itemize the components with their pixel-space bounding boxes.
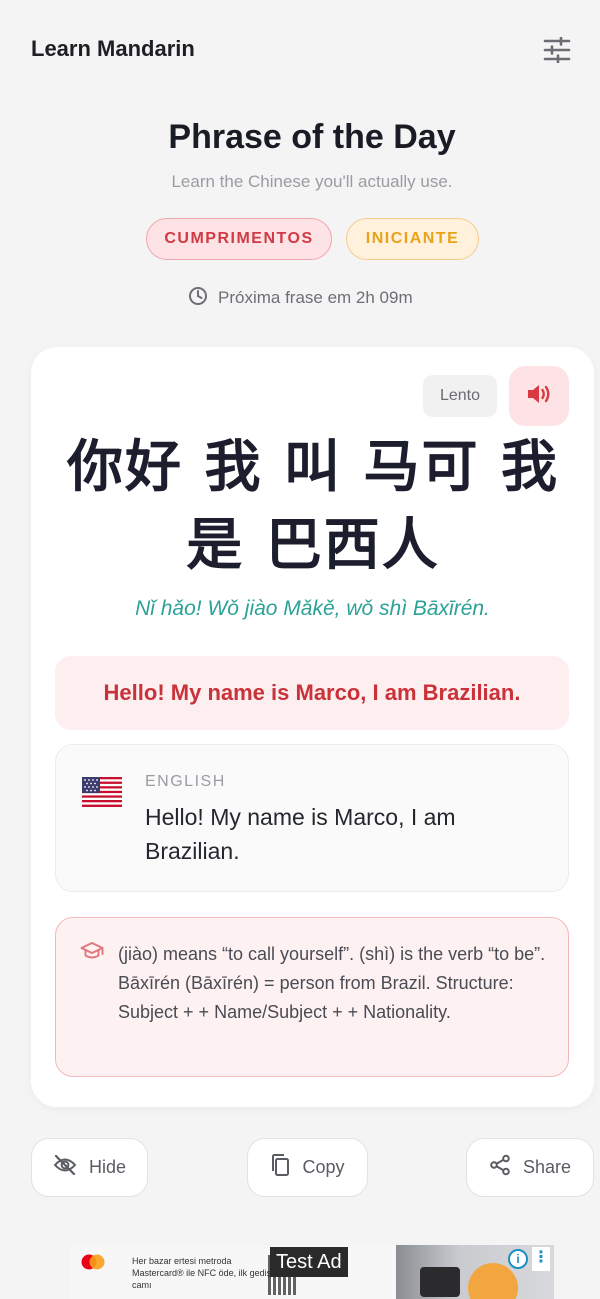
phrase-hanzi: 你好 我 叫 马可 我 是 巴西人 [67,435,559,578]
ad-menu-icon[interactable]: ⋮ [532,1247,550,1271]
mastercard-logo-icon [78,1253,108,1271]
hide-button[interactable]: Hide [31,1138,148,1197]
language-translation-text: Hello! My name is Marco, I am Brazilian. [145,804,456,864]
phrase-pinyin: Nǐ hǎo! Wǒ jiào Mǎkě, wǒ shì Bāxīrén. [135,597,490,620]
share-button-label: Share [522,1157,572,1177]
page-title: Phrase of the Day [168,118,456,156]
copy-button-label: Copy [302,1157,345,1177]
next-phrase-countdown: Próxima frase em 2h 09m [188,286,413,310]
copy-button[interactable]: Copy [247,1138,368,1197]
grammar-note-text: (jiào) means “to call yourself”. (shì) i… [118,944,546,1022]
ad-banner[interactable]: Her bazar ertesi metroda Mastercard® ile… [70,1245,554,1299]
speaker-icon [526,382,552,411]
hide-button-label: Hide [88,1157,127,1177]
copy-icon [270,1153,290,1182]
app-title: Learn Mandarin [31,36,195,61]
next-phrase-text: Próxima frase em 2h 09m [218,288,413,307]
category-tag: CUMPRIMENTOS [146,218,332,260]
eye-off-icon [53,1154,77,1180]
clock-icon [188,286,208,311]
phrase-card: Lento 你好 我 叫 马可 我 是 巴西人 Nǐ hǎo! Wǒ jiào … [31,347,594,1107]
graduation-cap-icon [80,940,104,962]
share-icon [489,1154,511,1181]
language-translation-box: ENGLISH Hello! My name is Marco, I am Br… [55,744,569,892]
play-audio-button[interactable] [509,366,569,426]
level-tag: INICIANTE [346,218,479,260]
sliders-icon[interactable] [540,34,574,66]
test-ad-badge: Test Ad [270,1247,348,1277]
payment-terminal-icon [420,1267,460,1297]
ad-copy: Her bazar ertesi metroda Mastercard® ile… [132,1256,279,1290]
us-flag-icon [82,777,122,807]
phrase-translation: Hello! My name is Marco, I am Brazilian. [55,656,569,730]
slow-audio-button[interactable]: Lento [423,375,497,417]
grammar-note-box: (jiào) means “to call yourself”. (shì) i… [55,917,569,1077]
page-subtitle: Learn the Chinese you'll actually use. [171,172,453,191]
ad-info-icon[interactable]: i [508,1249,528,1269]
language-label: ENGLISH [145,773,226,790]
share-button[interactable]: Share [466,1138,594,1197]
